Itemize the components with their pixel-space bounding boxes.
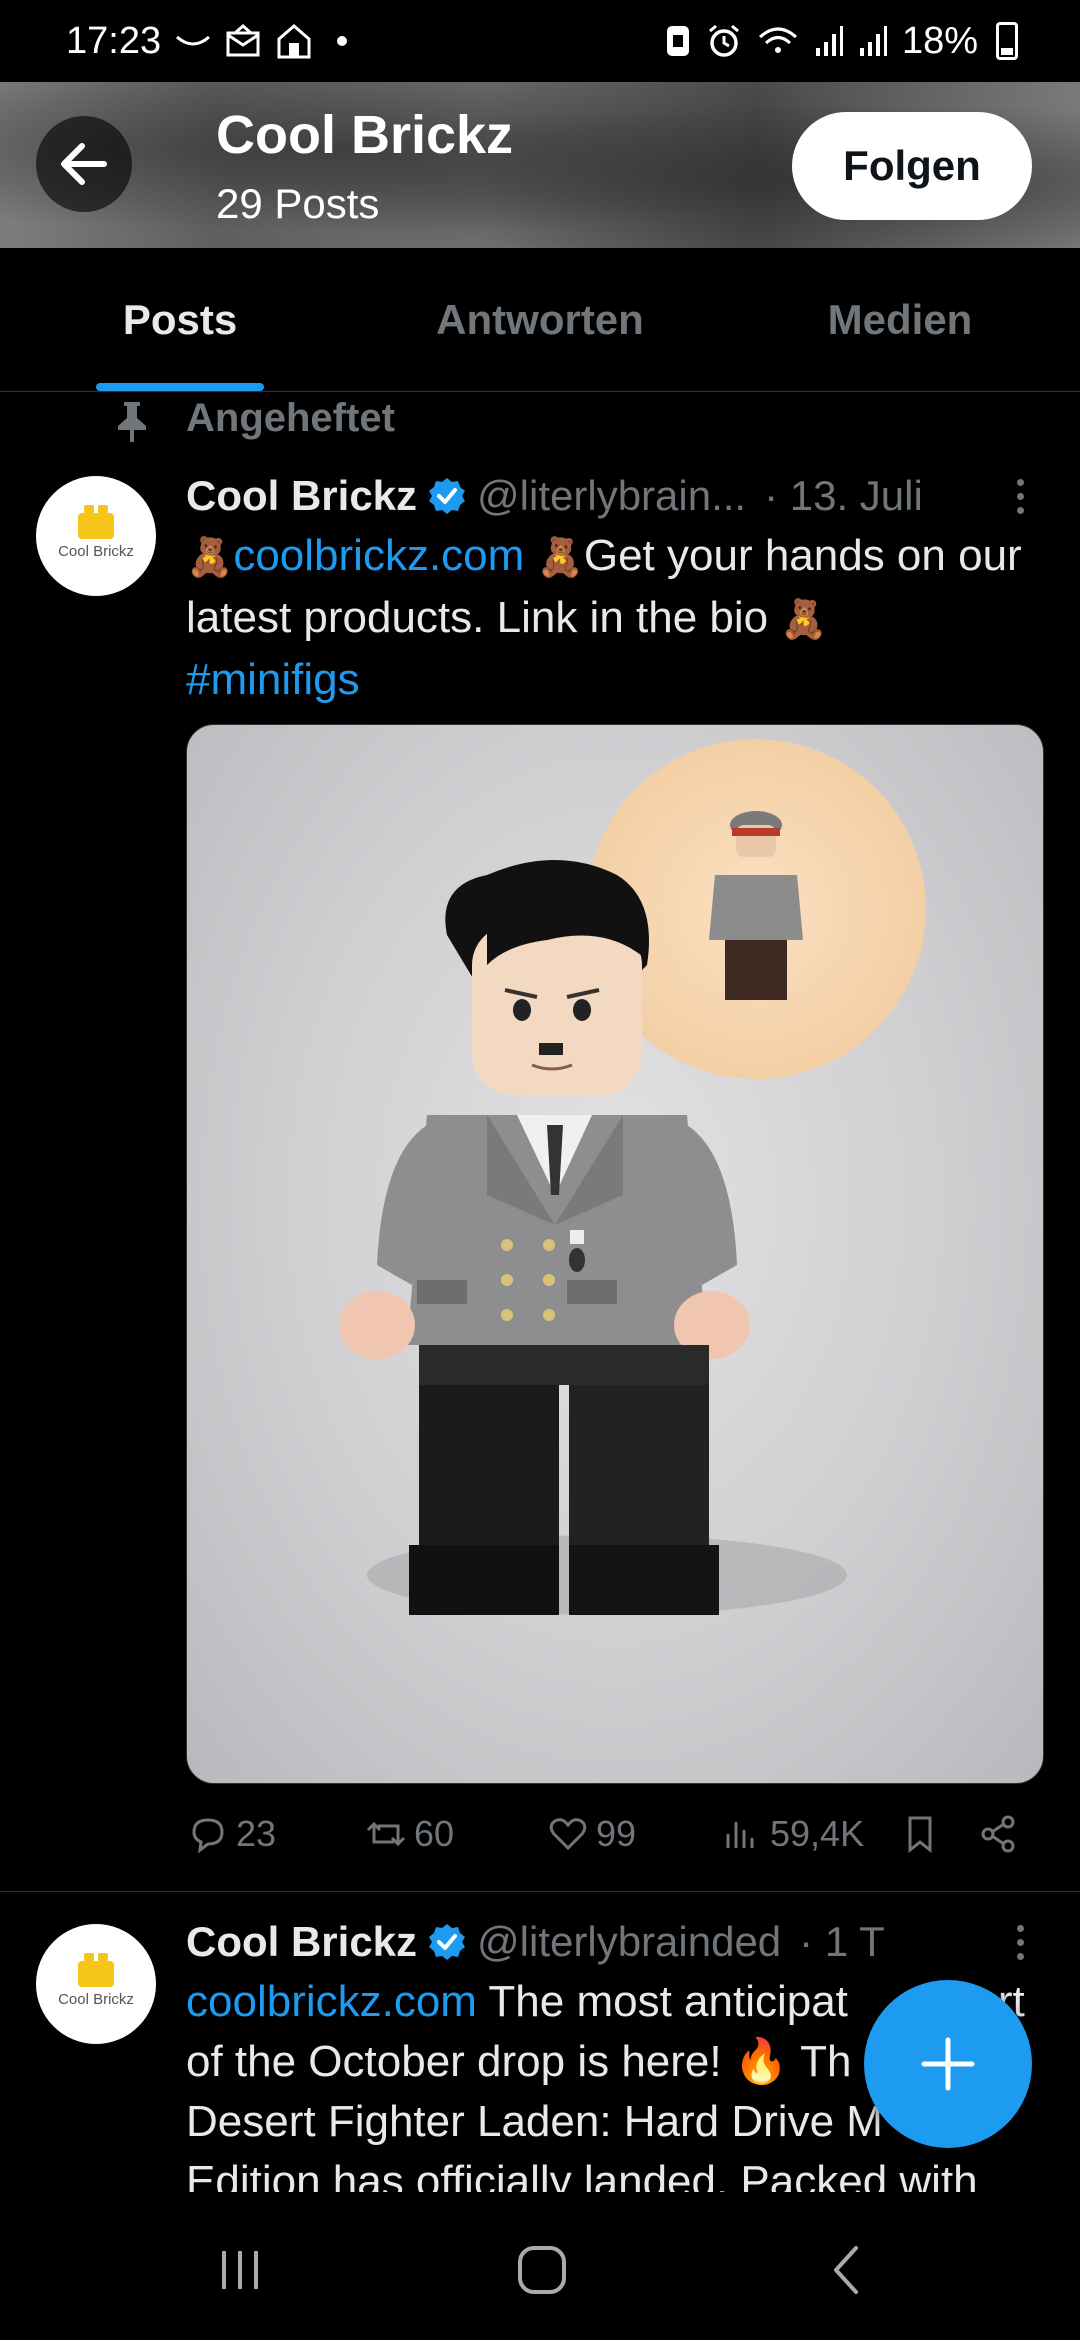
post-text-fragment: Desert Fighter Laden: Hard Drive M: [186, 2097, 883, 2146]
back-nav-icon: [834, 2246, 858, 2294]
post-text-fragment: The most anticipat: [488, 1977, 848, 2026]
back-nav-button[interactable]: [806, 2240, 886, 2300]
avatar-logo-text: Cool Brickz: [58, 542, 134, 560]
fire-emoji: 🔥: [733, 2037, 789, 2086]
reply-button[interactable]: 23: [186, 1812, 276, 1856]
share-button[interactable]: [976, 1812, 1020, 1856]
recent-apps-icon: [222, 2251, 258, 2289]
post-header: Cool Brickz @literlybrainded · 1 T: [186, 1912, 885, 1972]
views-icon: [726, 1822, 754, 1848]
brick-logo-icon: [78, 504, 114, 539]
post-time: · 13. Juli: [764, 472, 923, 519]
post-text-line: Edition has officially landed. Packed wi…: [186, 2152, 1046, 2192]
status-left: 17:23: [66, 19, 348, 63]
more-options-button[interactable]: [1000, 1912, 1040, 1972]
hashtag-link[interactable]: #minifigs: [186, 655, 360, 704]
status-bar: 17:23 18%: [0, 0, 1080, 82]
post-actions: 23 60 99 59,4K: [186, 1812, 1046, 1872]
tab-posts[interactable]: Posts: [0, 248, 360, 391]
pinned-indicator: Angeheftet: [0, 392, 1080, 446]
heart-icon: [549, 1818, 587, 1851]
bookmark-icon: [908, 1816, 932, 1854]
compose-post-button[interactable]: [864, 1980, 1032, 2148]
post-link[interactable]: coolbrickz.com: [233, 531, 524, 580]
follow-button[interactable]: Folgen: [792, 112, 1032, 220]
tab-posts-label: Posts: [122, 295, 238, 343]
post-item[interactable]: Cool Brickz Cool Brickz @literlybrain...…: [0, 446, 1080, 1892]
post-text-fragment: of the October drop is here!: [186, 2037, 734, 2086]
pin-icon: [118, 402, 146, 442]
alarm-icon: [708, 24, 739, 57]
home-button[interactable]: [502, 2240, 582, 2300]
battery-percent: 18%: [901, 19, 978, 62]
post-header: Cool Brickz @literlybrain... · 13. Juli: [186, 466, 923, 526]
author-handle[interactable]: @literlybrain...: [477, 472, 746, 520]
post-text-fragment: Edition has officially landed. Packed wi…: [186, 2157, 978, 2192]
signal-icon: [815, 26, 843, 56]
reply-icon: [192, 1818, 224, 1854]
brick-logo-icon: [78, 1952, 114, 1987]
repost-button[interactable]: 60: [364, 1812, 454, 1856]
post-link[interactable]: coolbrickz.com: [186, 1977, 477, 2026]
profile-header: Cool Brickz 29 Posts Folgen: [0, 82, 1080, 248]
active-tab-indicator: [96, 383, 264, 391]
like-count: 99: [596, 1813, 637, 1854]
back-button[interactable]: [36, 116, 132, 212]
repost-count: 60: [414, 1813, 455, 1854]
post-count: 29 Posts: [216, 180, 380, 227]
recent-apps-button[interactable]: [200, 2240, 280, 2300]
home-icon: [277, 24, 311, 59]
system-nav-bar: [0, 2200, 1080, 2340]
home-nav-icon: [518, 2246, 566, 2294]
avatar[interactable]: Cool Brickz: [36, 1924, 156, 2044]
reply-count: 23: [236, 1813, 277, 1854]
profile-name: Cool Brickz: [216, 105, 514, 165]
status-time: 17:23: [66, 19, 162, 62]
tab-replies[interactable]: Antworten: [360, 248, 720, 391]
teddy-bear-emoji: 🧸: [780, 599, 828, 641]
post-text-fragment: Th: [788, 2037, 852, 2086]
views-button[interactable]: 59,4K: [720, 1812, 864, 1856]
view-count: 59,4K: [770, 1813, 865, 1854]
teddy-bear-emoji: 🧸: [536, 537, 584, 579]
profile-tabs: Posts Antworten Medien: [0, 248, 1080, 392]
signal-icon: [859, 26, 887, 56]
mail-icon: [226, 24, 260, 57]
more-options-button[interactable]: [1000, 466, 1040, 526]
whatsapp-icon: [176, 35, 211, 46]
author-name[interactable]: Cool Brickz: [186, 1918, 417, 1966]
wifi-icon: [758, 27, 797, 53]
teddy-bear-emoji: 🧸: [186, 537, 234, 579]
tab-replies-label: Antworten: [436, 295, 644, 343]
battery-icon: [996, 22, 1018, 60]
share-icon: [981, 1815, 1015, 1853]
tab-media-label: Medien: [827, 295, 973, 343]
post-text: 🧸coolbrickz.com 🧸Get your hands on our l…: [186, 526, 1046, 710]
pinned-label: Angeheftet: [186, 396, 395, 440]
repost-icon: [366, 1821, 406, 1847]
arrow-left-icon: [61, 143, 107, 185]
author-name[interactable]: Cool Brickz: [186, 472, 417, 520]
tab-media[interactable]: Medien: [720, 248, 1080, 391]
verified-badge-icon: [429, 478, 466, 514]
avatar[interactable]: Cool Brickz: [36, 476, 156, 596]
avatar-logo-text: Cool Brickz: [58, 1990, 134, 2008]
dot-icon: [337, 36, 348, 46]
like-button[interactable]: 99: [546, 1812, 636, 1856]
post-time: · 1 T: [799, 1918, 885, 1965]
sim-icon: [666, 26, 689, 56]
bookmark-button[interactable]: [898, 1812, 942, 1856]
post-image[interactable]: [186, 724, 1044, 1784]
author-handle[interactable]: @literlybrainded: [477, 1918, 781, 1966]
verified-badge-icon: [429, 1924, 466, 1960]
minifigure-image: [339, 739, 926, 1615]
status-right: 18%: [664, 20, 1018, 63]
plus-icon: [921, 2037, 975, 2091]
